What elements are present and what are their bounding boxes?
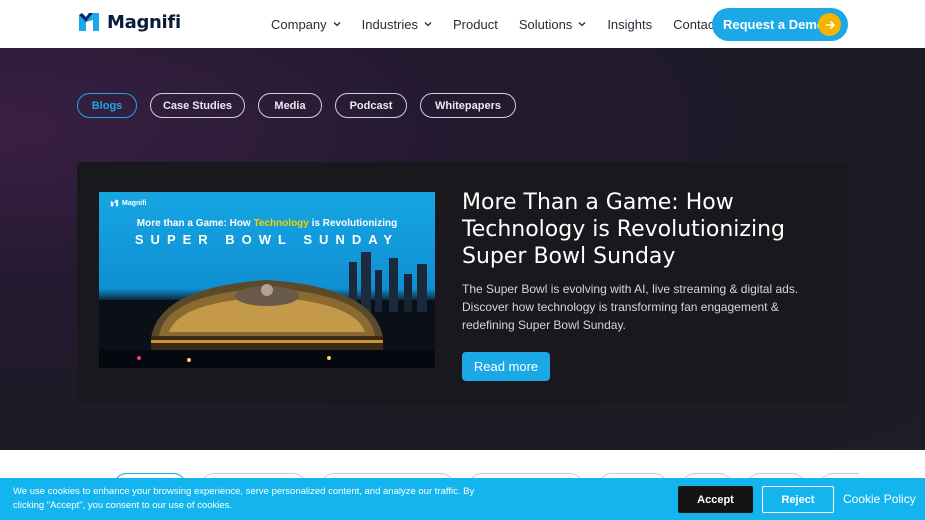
- chevron-down-icon: [578, 22, 586, 27]
- nav-label: Solutions: [518, 16, 573, 32]
- magnifi-logo-icon: [79, 13, 99, 31]
- main-nav: Company Industries Product Solutions Ins…: [271, 0, 739, 48]
- filter-case-studies[interactable]: Case Studies: [150, 93, 245, 118]
- read-more-button[interactable]: Read more: [462, 352, 550, 381]
- hero-section: Blogs Case Studies Media Podcast Whitepa…: [0, 48, 925, 450]
- nav-company[interactable]: Company: [271, 17, 341, 32]
- reject-cookies-button[interactable]: Reject: [762, 486, 834, 513]
- cookie-message: We use cookies to enhance your browsing …: [13, 486, 475, 511]
- nav-solutions[interactable]: Solutions: [519, 17, 586, 32]
- filter-podcast[interactable]: Podcast: [335, 93, 407, 118]
- brand-logo[interactable]: Magnifi: [77, 11, 181, 33]
- nav-label: Insights: [607, 16, 653, 32]
- chevron-down-icon: [333, 22, 341, 27]
- site-header: Magnifi Company Industries Product Solut…: [0, 0, 925, 48]
- arrow-right-icon: [818, 13, 841, 36]
- nav-label: Industries: [361, 16, 419, 32]
- cookie-banner: We use cookies to enhance your browsing …: [0, 478, 925, 520]
- featured-post-title[interactable]: More Than a Game: How Technology is Revo…: [462, 189, 802, 270]
- chevron-down-icon: [424, 22, 432, 27]
- nav-label: Company: [271, 16, 327, 32]
- nav-label: Product: [453, 16, 498, 32]
- filter-whitepapers[interactable]: Whitepapers: [420, 93, 516, 118]
- featured-post-image[interactable]: Magnifi More than a Game: How Technology…: [99, 192, 435, 368]
- request-demo-button[interactable]: Request a Demo: [712, 8, 848, 41]
- featured-post-card: Magnifi More than a Game: How Technology…: [77, 162, 848, 403]
- featured-post-description: The Super Bowl is evolving with AI, live…: [462, 282, 799, 332]
- nav-insights[interactable]: Insights: [607, 17, 652, 32]
- brand-name: Magnifi: [107, 11, 181, 33]
- request-demo-label: Request a Demo: [723, 17, 825, 32]
- filter-media[interactable]: Media: [258, 93, 322, 118]
- cookie-policy-link[interactable]: Cookie Policy: [843, 492, 916, 506]
- category-filters: Blogs Case Studies Media Podcast Whitepa…: [77, 93, 516, 118]
- nav-product[interactable]: Product: [453, 17, 498, 32]
- accept-cookies-button[interactable]: Accept: [678, 486, 753, 513]
- stadium-illustration: [99, 252, 435, 368]
- filter-blogs[interactable]: Blogs: [77, 93, 137, 118]
- nav-industries[interactable]: Industries: [362, 17, 432, 32]
